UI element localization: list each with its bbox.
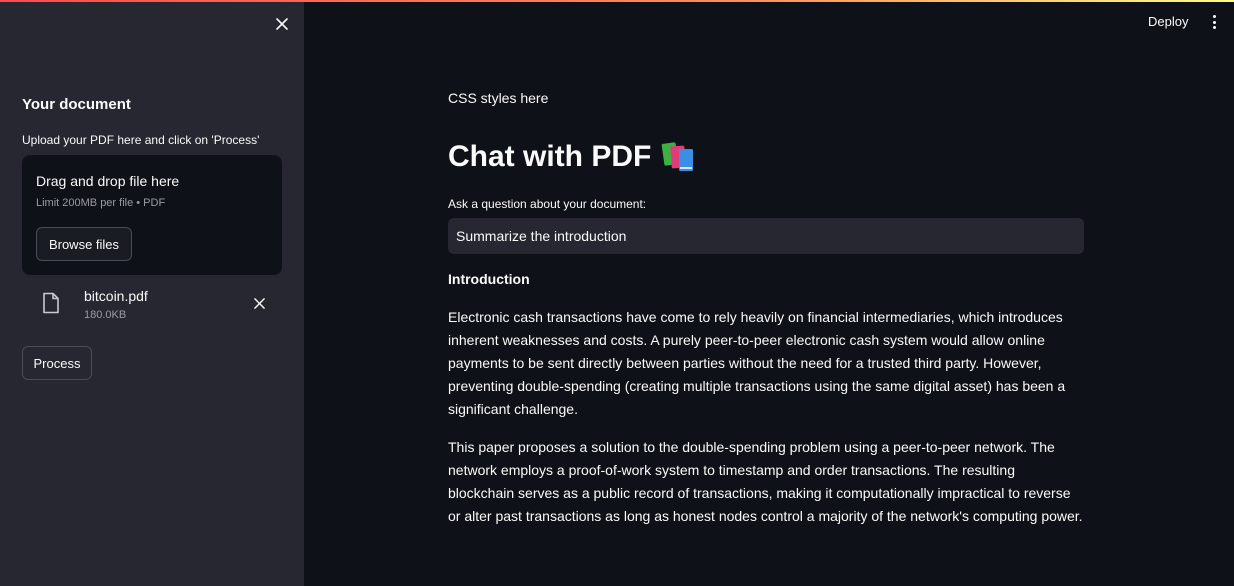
upload-label: Upload your PDF here and click on 'Proce… [22, 133, 260, 147]
dropzone-title: Drag and drop file here [36, 173, 180, 189]
close-icon [253, 297, 265, 309]
uploaded-file-item: bitcoin.pdf 180.0KB [22, 282, 282, 326]
dropzone-limit: Limit 200MB per file • PDF [36, 197, 166, 209]
books-icon [662, 142, 694, 171]
page-title-text: Chat with PDF [448, 140, 652, 173]
page-title: Chat with PDF 📚 [448, 140, 697, 174]
kebab-menu-icon [1212, 15, 1216, 18]
answer-paragraph: Electronic cash transactions have come t… [448, 309, 1066, 417]
top-accent-bar [0, 0, 1234, 2]
sidebar: Your document Upload your PDF here and c… [0, 0, 304, 586]
question-input[interactable] [448, 218, 1084, 254]
css-note-text: CSS styles here [448, 90, 549, 106]
close-icon [276, 18, 288, 30]
kebab-menu-icon [1212, 26, 1216, 29]
sidebar-title: Your document [22, 96, 131, 113]
file-icon [43, 292, 59, 314]
deploy-button[interactable]: Deploy [1148, 14, 1188, 29]
file-dropzone[interactable]: Drag and drop file here Limit 200MB per … [22, 155, 282, 275]
close-sidebar-button[interactable] [272, 14, 292, 34]
browse-files-button[interactable]: Browse files [36, 227, 132, 261]
answer-heading: Introduction [448, 271, 530, 287]
main-content: CSS styles here Chat with PDF 📚 Ask a qu… [448, 0, 1088, 586]
kebab-menu-icon [1212, 20, 1216, 24]
process-button[interactable]: Process [22, 346, 92, 380]
answer-paragraph: This paper proposes a solution to the do… [448, 439, 1083, 524]
question-label: Ask a question about your document: [448, 197, 647, 211]
remove-file-button[interactable] [250, 294, 268, 312]
main-menu-button[interactable] [1207, 12, 1221, 32]
file-name: bitcoin.pdf [84, 288, 148, 304]
file-size: 180.0KB [84, 309, 127, 321]
